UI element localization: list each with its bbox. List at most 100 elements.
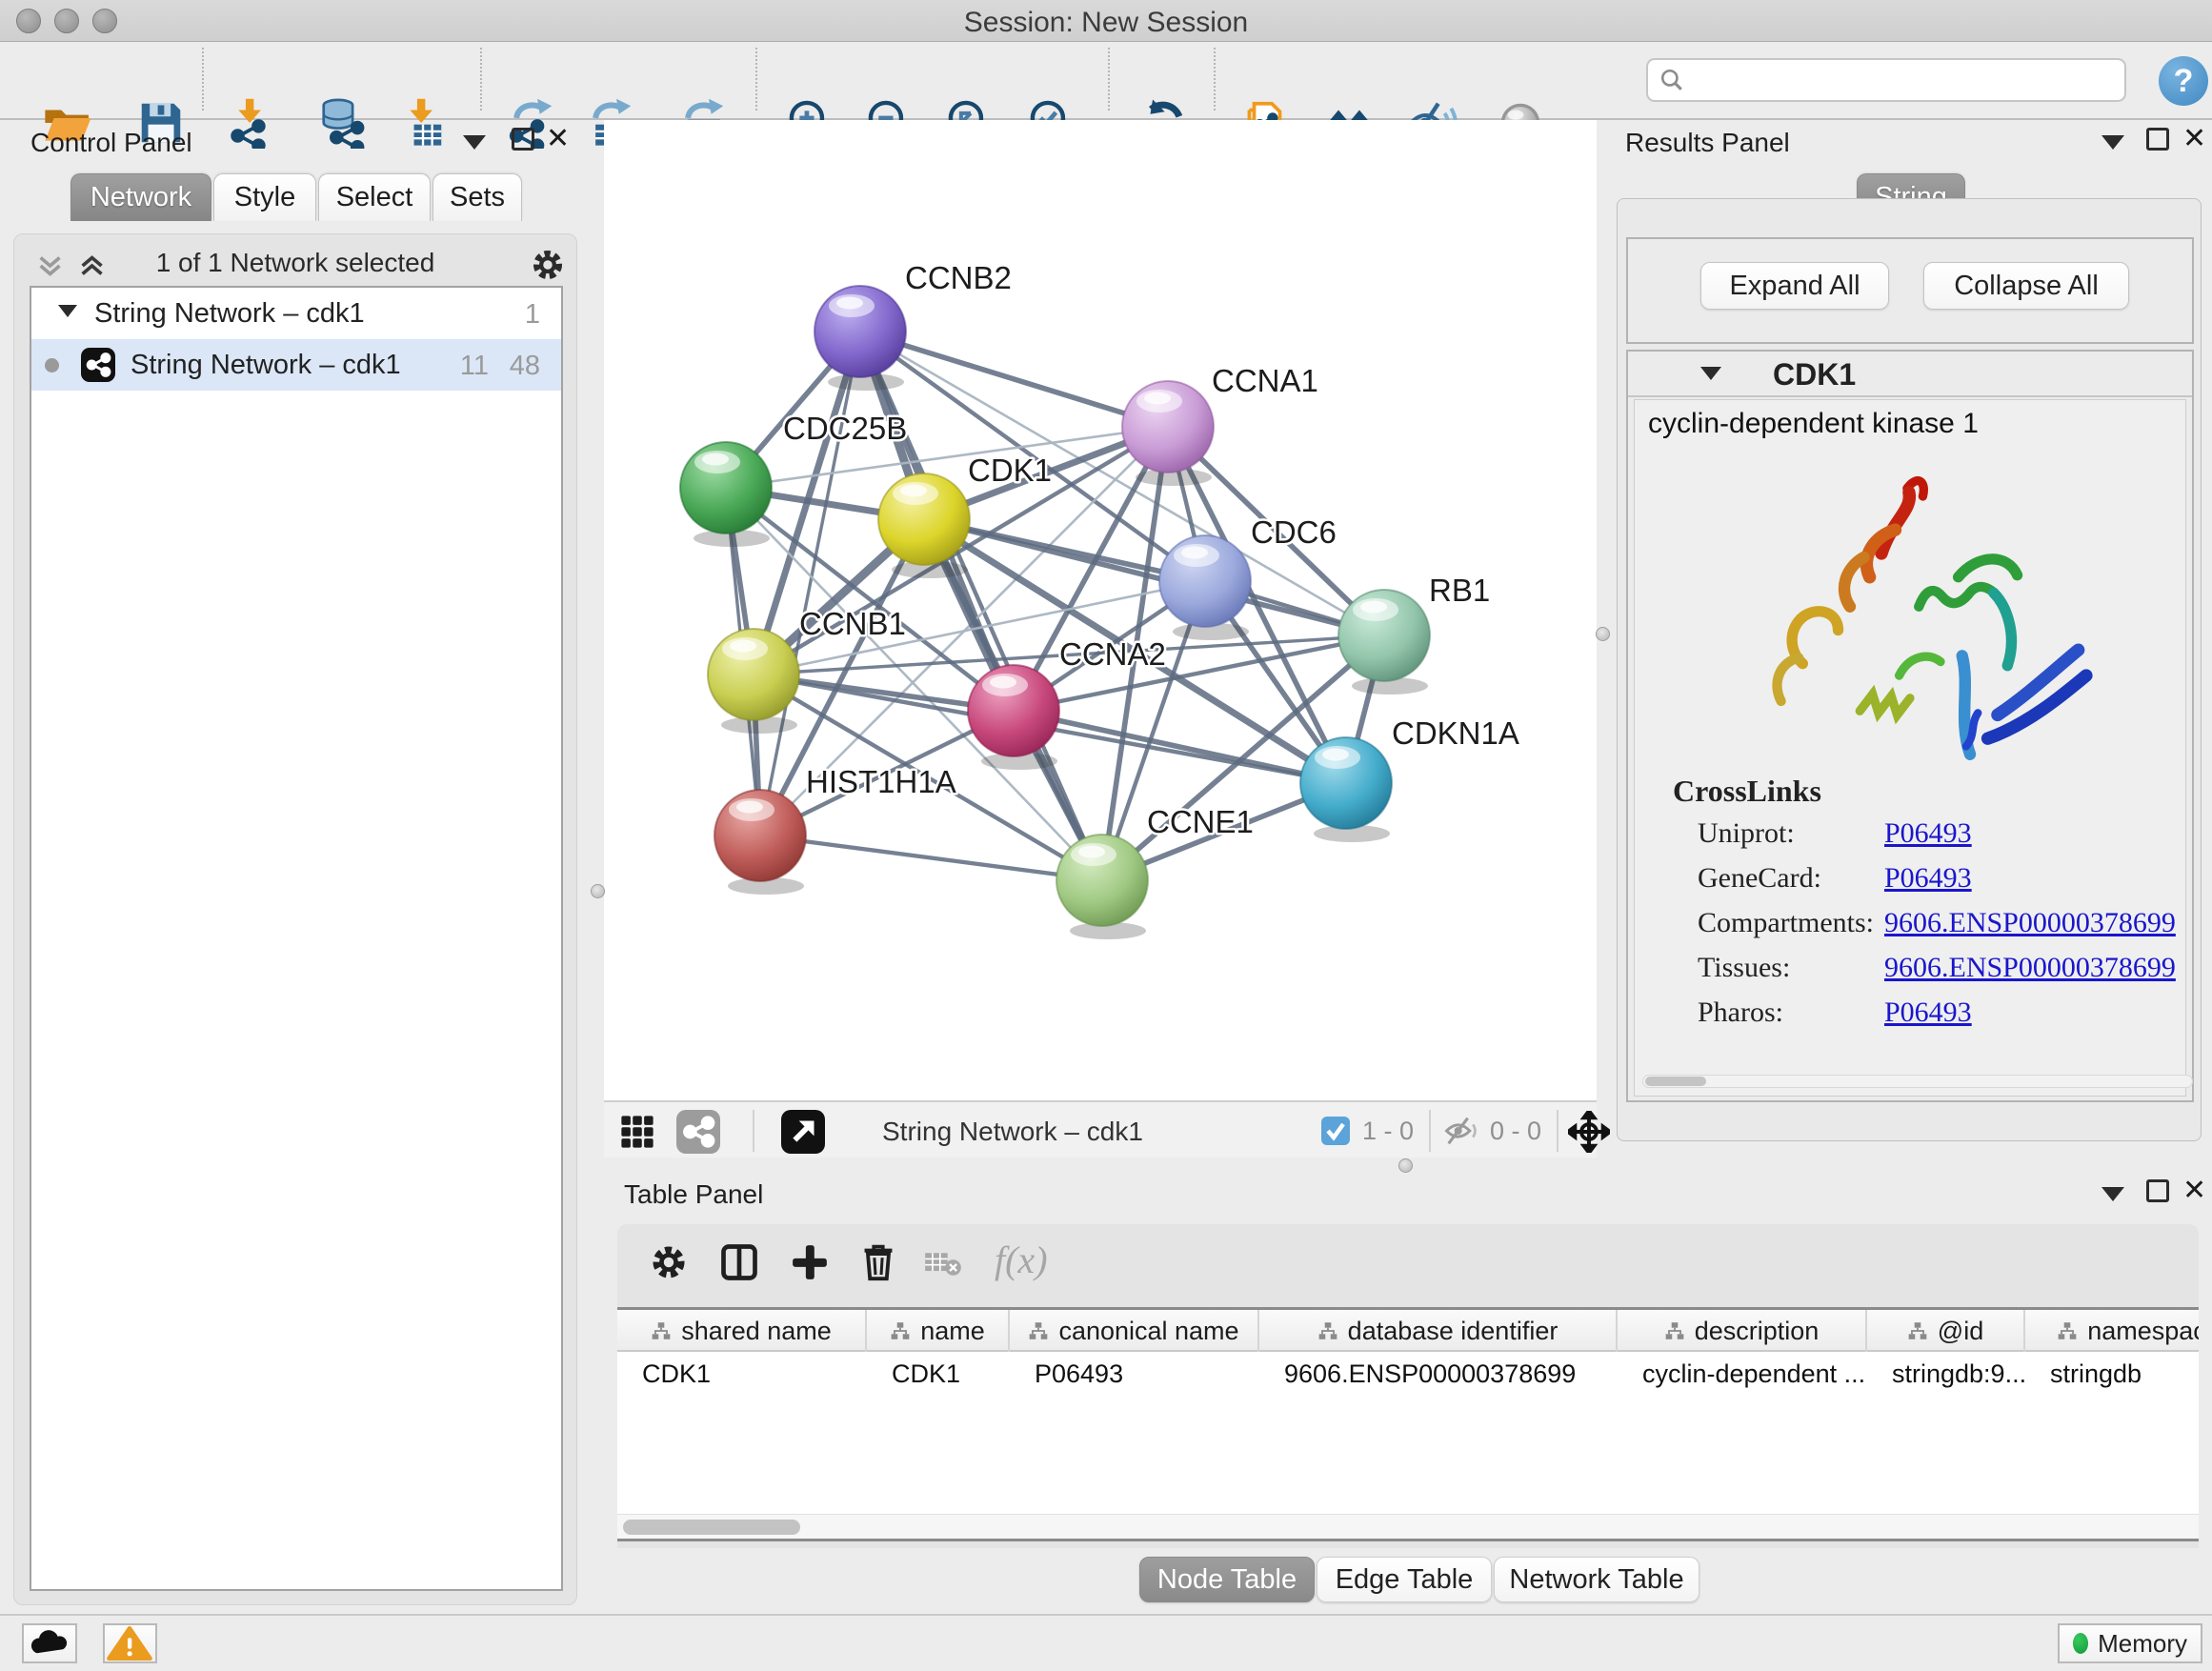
node-gloss-highlight xyxy=(702,453,729,466)
column-header[interactable]: shared name xyxy=(617,1310,867,1352)
panel-close-icon[interactable]: ✕ xyxy=(2182,128,2206,151)
function-builder-icon: f(x) xyxy=(995,1238,1048,1282)
help-icon[interactable]: ? xyxy=(2159,56,2208,106)
network-collection-row[interactable]: String Network – cdk1 1 xyxy=(31,288,561,339)
toolbar-separator xyxy=(1108,48,1110,111)
network-edge-CCNA2-CDKN1A[interactable] xyxy=(1014,711,1346,783)
table-cell[interactable]: CDK1 xyxy=(617,1354,867,1394)
table-cell[interactable]: 9606.ENSP00000378699 xyxy=(1259,1354,1618,1394)
panel-menu-icon[interactable] xyxy=(463,135,486,150)
network-canvas[interactable]: CCNB2CCNA1CDC25BCDK1CDC6RB1CCNB1CCNA2CDK… xyxy=(604,120,1597,1100)
column-header[interactable]: database identifier xyxy=(1259,1310,1618,1352)
column-type-icon xyxy=(2057,1320,2078,1341)
splitter-handle-bottom[interactable] xyxy=(1398,1158,1413,1173)
table-horizontal-scrollbar[interactable] xyxy=(617,1514,2199,1539)
crosslink-link[interactable]: P06493 xyxy=(1884,862,1972,895)
selected-checkbox-icon[interactable] xyxy=(1320,1116,1351,1146)
panel-close-icon[interactable]: ✕ xyxy=(2182,1179,2206,1202)
panel-float-icon[interactable] xyxy=(2146,1179,2169,1202)
crosslink-link[interactable]: 9606.ENSP00000378699 xyxy=(1884,907,2176,939)
network-name: String Network – cdk1 xyxy=(131,350,401,381)
node-gloss-highlight xyxy=(1144,393,1171,405)
hidden-node-edge-counts: 0 - 0 xyxy=(1490,1117,1541,1146)
crosshair-move-icon[interactable] xyxy=(1568,1111,1610,1153)
collection-expand-icon[interactable] xyxy=(58,305,77,317)
view-toolbar-separator xyxy=(753,1110,754,1152)
column-header[interactable]: canonical name xyxy=(1010,1310,1259,1352)
table-cell[interactable]: stringdb xyxy=(2025,1354,2199,1394)
column-header[interactable]: @id xyxy=(1867,1310,2025,1352)
memory-button[interactable]: Memory xyxy=(2058,1623,2202,1663)
tab-select[interactable]: Select xyxy=(318,173,431,221)
crosslink-label: Uniprot: xyxy=(1698,817,1795,849)
open-in-window-icon[interactable] xyxy=(781,1110,825,1154)
gene-section-header[interactable]: CDK1 xyxy=(1628,352,2192,397)
tab-network-table[interactable]: Network Table xyxy=(1494,1557,1699,1602)
search-field xyxy=(1646,58,2126,102)
search-input[interactable] xyxy=(1646,58,2126,102)
crosslink-row: Compartments: 9606.ENSP00000378699 xyxy=(1698,907,2174,952)
panel-menu-icon[interactable] xyxy=(2101,135,2124,150)
warnings-button[interactable] xyxy=(103,1623,157,1663)
column-header[interactable]: name xyxy=(867,1310,1010,1352)
expand-all-button[interactable]: Expand All xyxy=(1700,262,1889,310)
node-gloss-highlight xyxy=(900,485,927,497)
table-panel-title: Table Panel xyxy=(624,1179,763,1210)
node-gloss-highlight xyxy=(836,297,863,310)
birds-eye-view-icon[interactable] xyxy=(619,1114,655,1150)
warning-icon xyxy=(105,1625,154,1661)
network-edge-CCNB2-HIST1H1A[interactable] xyxy=(760,332,860,836)
table-cell[interactable]: CDK1 xyxy=(867,1354,1010,1394)
crosslink-link[interactable]: P06493 xyxy=(1884,997,1972,1029)
table-cell[interactable]: stringdb:9... xyxy=(1867,1354,2025,1394)
scrollbar-thumb[interactable] xyxy=(1645,1077,1706,1086)
cloud-icon xyxy=(24,1625,75,1661)
splitter-handle-right[interactable] xyxy=(1596,627,1610,641)
node-label-CDKN1A: CDKN1A xyxy=(1392,715,1519,751)
network-list: String Network – cdk1 1 String Network –… xyxy=(30,286,563,1591)
panel-float-icon[interactable] xyxy=(2146,128,2169,151)
tab-network[interactable]: Network xyxy=(70,173,211,221)
tab-sets[interactable]: Sets xyxy=(432,173,522,221)
tab-edge-table[interactable]: Edge Table xyxy=(1317,1557,1492,1602)
network-edge-HIST1H1A-CCNE1[interactable] xyxy=(760,836,1102,880)
create-column-icon[interactable] xyxy=(789,1241,831,1283)
gene-description: cyclin-dependent kinase 1 xyxy=(1648,408,1979,440)
column-header[interactable]: description xyxy=(1618,1310,1867,1352)
crosslink-link[interactable]: P06493 xyxy=(1884,817,1972,850)
tab-style[interactable]: Style xyxy=(213,173,316,221)
table-options-gear-icon[interactable] xyxy=(648,1241,690,1283)
column-type-icon xyxy=(651,1320,672,1341)
show-columns-icon[interactable] xyxy=(718,1241,760,1283)
crosslink-link[interactable]: 9606.ENSP00000378699 xyxy=(1884,952,2176,984)
title-bar: Session: New Session xyxy=(0,0,2212,42)
status-bar: Memory xyxy=(0,1614,2212,1671)
network-options-gear-icon[interactable] xyxy=(529,246,567,284)
memory-status-dot xyxy=(2073,1633,2088,1654)
node-gloss-highlight xyxy=(1322,749,1349,761)
node-table-grid[interactable]: shared namenamecanonical namedatabase id… xyxy=(617,1307,2199,1541)
panel-close-icon[interactable]: ✕ xyxy=(546,128,570,151)
results-horizontal-scrollbar[interactable] xyxy=(1642,1075,2193,1088)
network-row-selected[interactable]: String Network – cdk1 11 48 xyxy=(31,339,561,391)
column-header[interactable]: namespace xyxy=(2025,1310,2199,1352)
main-toolbar: ? xyxy=(0,42,2212,120)
crosslink-label: Pharos: xyxy=(1698,997,1783,1028)
delete-column-icon[interactable] xyxy=(857,1241,899,1283)
crosslink-row: GeneCard: P06493 xyxy=(1698,862,2174,907)
network-badge-icon[interactable] xyxy=(676,1110,720,1154)
gene-collapse-icon[interactable] xyxy=(1700,367,1721,380)
panel-float-icon[interactable] xyxy=(512,128,534,151)
results-panel-title: Results Panel xyxy=(1625,128,1790,158)
table-cell[interactable]: cyclin-dependent ... xyxy=(1618,1354,1867,1394)
table-row[interactable]: CDK1CDK1P064939606.ENSP00000378699cyclin… xyxy=(617,1354,2199,1394)
table-cell[interactable]: P06493 xyxy=(1010,1354,1259,1394)
cloud-status-button[interactable] xyxy=(22,1623,77,1663)
splitter-handle-left[interactable] xyxy=(591,884,605,898)
collapse-all-button[interactable]: Collapse All xyxy=(1923,262,2129,310)
network-view-toolbar: String Network – cdk1 1 - 0 0 - 0 xyxy=(604,1100,1597,1158)
panel-menu-icon[interactable] xyxy=(2101,1187,2124,1201)
tab-node-table[interactable]: Node Table xyxy=(1139,1557,1315,1602)
scrollbar-thumb[interactable] xyxy=(623,1520,800,1535)
toolbar-separator xyxy=(1214,48,1216,111)
